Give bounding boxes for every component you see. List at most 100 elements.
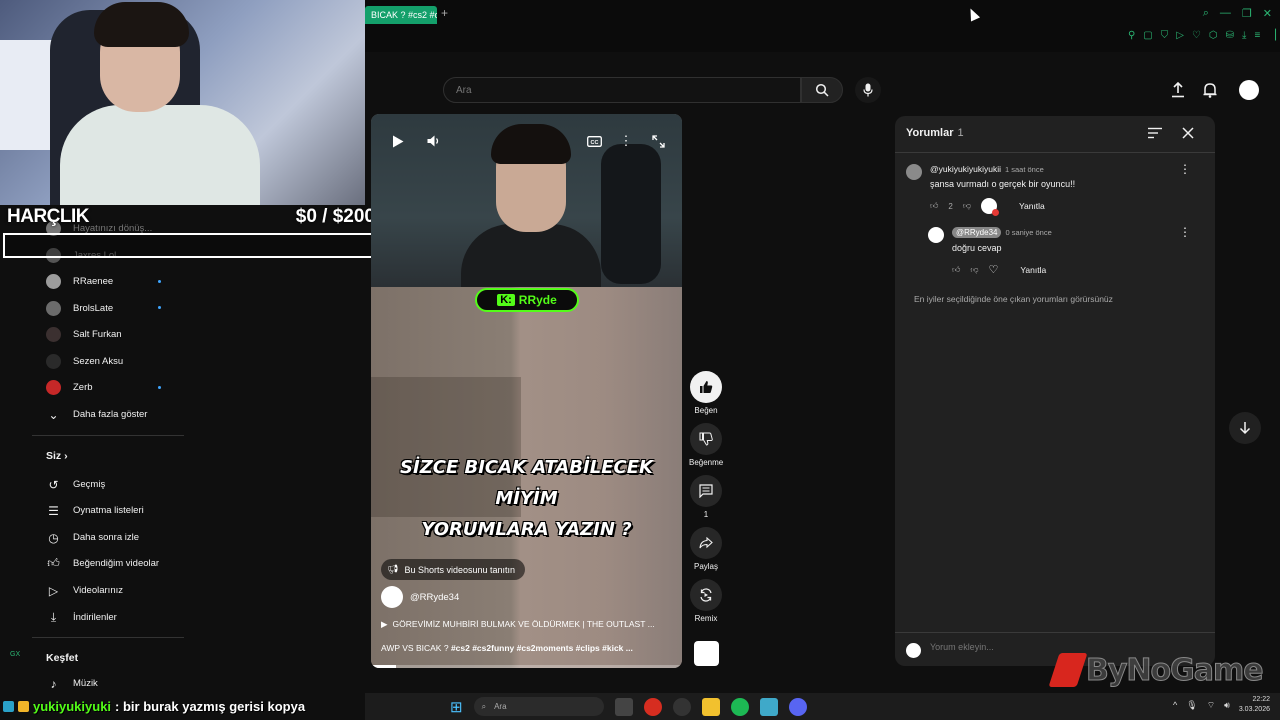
reply-like-button[interactable]: 👍︎: [952, 265, 960, 275]
minimize-icon[interactable]: —: [1220, 7, 1231, 20]
share-icon: [699, 537, 713, 549]
heart-icon[interactable]: ♡: [1192, 30, 1201, 41]
sidebar-sub-item[interactable]: BrolsLate: [46, 301, 113, 316]
you-section-header[interactable]: Siz ›: [46, 450, 68, 462]
show-more-button[interactable]: ⌄ Daha fazla göster: [46, 407, 147, 422]
remix-icon: [700, 588, 712, 602]
comment-author-avatar[interactable]: [906, 164, 922, 180]
file-explorer-icon[interactable]: [701, 697, 720, 716]
avatar[interactable]: [1239, 80, 1259, 100]
snapshot-icon[interactable]: ▢: [1143, 30, 1152, 41]
related-video-link[interactable]: ▶ GÖREVİMİZ MUHBİRİ BULMAK VE ÖLDÜRMEK |…: [381, 619, 655, 630]
search-icon[interactable]: ⌕: [1203, 7, 1209, 20]
sidebar-divider: [32, 435, 184, 436]
more-options-button[interactable]: ⋮: [615, 130, 637, 152]
reply-more-icon[interactable]: ⋮: [1179, 225, 1191, 239]
sidebar-item-label: Sezen Aksu: [73, 356, 124, 367]
sidebar-sub-item[interactable]: Sezen Aksu: [46, 354, 123, 369]
voice-search-button[interactable]: [855, 77, 881, 103]
sidebar-item-label: Müzik: [73, 678, 98, 689]
channel-avatar: [46, 354, 61, 369]
sort-comments-button[interactable]: [1148, 126, 1162, 144]
comment-more-icon[interactable]: ⋮: [1179, 162, 1191, 176]
reply-dislike-button[interactable]: 👎︎: [970, 265, 978, 275]
heart-button[interactable]: ♡: [989, 263, 999, 276]
sidebar-item-downloads[interactable]: ⤓ İndirilenler: [46, 610, 117, 625]
sidebar-item-liked-videos[interactable]: 👍︎ Beğendiğim videolar: [46, 556, 159, 571]
volume-button[interactable]: [423, 130, 445, 152]
menu-icon[interactable]: ≡: [1254, 30, 1260, 41]
comment-like-button[interactable]: 👍︎: [930, 201, 938, 211]
fullscreen-button[interactable]: [647, 130, 669, 152]
discord-icon[interactable]: [788, 697, 807, 716]
promote-short-button[interactable]: 📢︎ Bu Shorts videosunu tanıtın: [381, 559, 526, 580]
sidebar-item-history[interactable]: ↺ Geçmiş: [46, 477, 105, 492]
sound-thumbnail[interactable]: [694, 641, 719, 666]
opera-gx-icon[interactable]: [643, 697, 662, 716]
notifications-button[interactable]: [1200, 80, 1220, 100]
comment-author[interactable]: @yukiyukiyukiyukii 1 saat önce: [930, 164, 1044, 174]
sidebar-sub-item[interactable]: Salt Furkan: [46, 327, 122, 342]
settings-icon[interactable]: [759, 697, 778, 716]
shorts-player[interactable]: K: RRyde CC ⋮ SİZCE BICAK ATABİLECEK MİY…: [371, 114, 682, 668]
task-view-icon[interactable]: [614, 697, 633, 716]
channel-link[interactable]: @RRyde34: [381, 586, 459, 608]
upload-button[interactable]: [1168, 80, 1188, 100]
reply-text: doğru cevap: [952, 243, 1002, 253]
reply-button[interactable]: Yanıtla: [1019, 201, 1045, 211]
next-short-button[interactable]: [1229, 412, 1261, 444]
play-icon[interactable]: ▷: [1176, 30, 1184, 41]
video-title-prefix: AWP VS BICAK ?: [381, 643, 449, 653]
sidebar-item-label: Zerb: [73, 382, 93, 393]
sidebar-sub-item[interactable]: RRaenee: [46, 274, 113, 289]
bag-icon[interactable]: ⛁: [1226, 30, 1234, 41]
sidebar-sub-item[interactable]: Zerb: [46, 380, 93, 395]
goal-amount: $0 / $200: [295, 206, 375, 227]
search-button[interactable]: [801, 77, 843, 103]
pin-icon[interactable]: ⚲: [1128, 30, 1135, 41]
steam-icon[interactable]: [672, 697, 691, 716]
video-hashtags[interactable]: #cs2 #cs2funny #cs2moments #clips #kick …: [451, 643, 633, 653]
spotify-icon[interactable]: [730, 697, 749, 716]
cube-icon[interactable]: ⬡: [1209, 30, 1218, 41]
taskbar-clock[interactable]: 22:22 3.03.2026: [1239, 695, 1270, 715]
wifi-icon[interactable]: ⌔: [1207, 700, 1215, 711]
share-button[interactable]: [690, 527, 722, 559]
download-icon[interactable]: ⤓: [1242, 30, 1246, 41]
remix-button[interactable]: [690, 579, 722, 611]
sidebar-item-playlists[interactable]: ☰ Oynatma listeleri: [46, 503, 144, 518]
comment-dislike-button[interactable]: 👎︎: [963, 201, 971, 211]
search-input[interactable]: [444, 78, 800, 102]
shield-icon[interactable]: ⛉: [1161, 30, 1169, 41]
play-button[interactable]: [387, 130, 409, 152]
captions-button[interactable]: CC: [583, 130, 605, 152]
new-content-dot: [158, 280, 161, 283]
sidebar-item-your-videos[interactable]: ▷ Videolarınız: [46, 583, 123, 598]
captions-icon: CC: [586, 135, 602, 147]
like-button[interactable]: [690, 371, 722, 403]
dislike-button[interactable]: [690, 423, 722, 455]
sidebar-icon[interactable]: ▕: [1268, 30, 1276, 41]
maximize-icon[interactable]: ❐: [1242, 7, 1252, 20]
close-icon[interactable]: ✕: [1263, 7, 1272, 20]
video-progress-bar[interactable]: [371, 665, 682, 668]
microphone-icon[interactable]: 🎙︎: [1186, 700, 1197, 711]
browser-tab[interactable]: BICAK ? #cs2 #cs: [365, 6, 437, 24]
close-comments-button[interactable]: [1182, 126, 1194, 144]
reply-author-avatar[interactable]: [928, 227, 944, 243]
new-tab-button[interactable]: +: [441, 6, 448, 20]
reply-author[interactable]: @RRyde34 0 saniye önce: [952, 227, 1052, 238]
playlists-icon: ☰: [48, 503, 59, 518]
like-label: Beğen: [694, 406, 718, 415]
speaker-icon[interactable]: 🔊︎: [1224, 700, 1230, 711]
sidebar-item-music[interactable]: ♪ Müzik: [46, 676, 98, 691]
sidebar-item-label: Geçmiş: [73, 479, 106, 490]
taskbar-search[interactable]: ⌕ Ara: [473, 697, 604, 716]
sidebar-item-watch-later[interactable]: ◷ Daha sonra izle: [46, 530, 139, 545]
comments-button[interactable]: [690, 475, 722, 507]
chevron-up-icon[interactable]: ^: [1173, 700, 1177, 710]
youtube-sidebar: Hayatınızı dönüş... Jaxres Lol RRaenee B…: [0, 205, 365, 695]
play-small-icon: ▶: [381, 619, 388, 629]
windows-start-icon[interactable]: ⊞: [450, 698, 463, 716]
reply-button[interactable]: Yanıtla: [1020, 265, 1046, 275]
